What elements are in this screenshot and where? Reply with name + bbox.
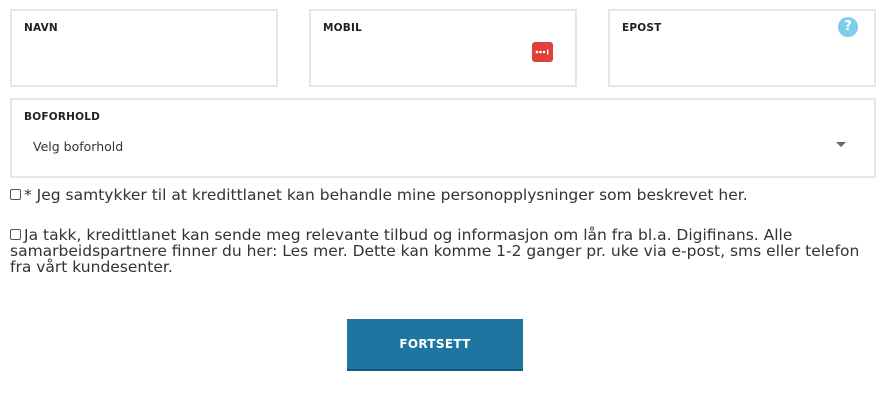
name-label: NAVN <box>24 22 58 34</box>
help-icon[interactable]: ? <box>838 17 858 37</box>
continue-button[interactable]: FORTSETT <box>347 319 523 371</box>
chevron-down-icon[interactable] <box>836 142 846 147</box>
consent-privacy-text: * Jeg samtykker til at kredittlanet kan … <box>24 186 748 204</box>
email-field[interactable]: EPOST ? <box>608 9 876 87</box>
consent-marketing-checkbox[interactable] <box>10 229 21 240</box>
email-input[interactable] <box>620 57 864 79</box>
consent-marketing: Ja takk, kredittlanet kan sende meg rele… <box>10 227 882 275</box>
name-input[interactable] <box>22 57 266 79</box>
housing-select[interactable]: BOFORHOLD Velg boforhold <box>10 98 876 178</box>
mobile-label: MOBIL <box>323 22 362 34</box>
mobile-field[interactable]: MOBIL <box>309 9 577 87</box>
consent-privacy-checkbox[interactable] <box>10 189 21 200</box>
email-label: EPOST <box>622 22 662 34</box>
name-field[interactable]: NAVN <box>10 9 278 87</box>
housing-label: BOFORHOLD <box>24 111 101 123</box>
consent-privacy: * Jeg samtykker til at kredittlanet kan … <box>10 187 880 203</box>
housing-selected-value[interactable]: Velg boforhold <box>33 139 123 154</box>
mobile-input[interactable] <box>321 57 565 79</box>
consent-marketing-text: Ja takk, kredittlanet kan sende meg rele… <box>10 226 860 276</box>
password-manager-icon[interactable] <box>532 42 553 62</box>
